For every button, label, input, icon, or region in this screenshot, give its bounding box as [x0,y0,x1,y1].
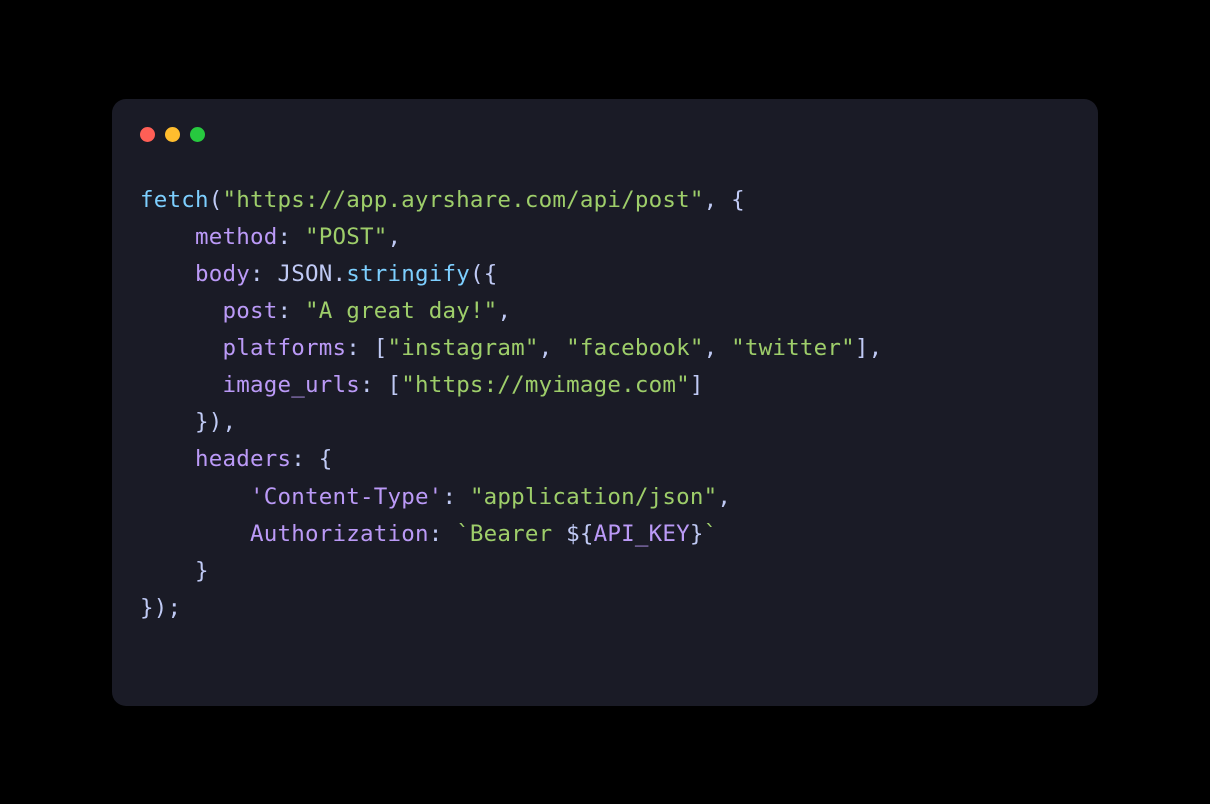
code-indent [140,335,222,361]
code-platforms-key: platforms [222,335,346,361]
code-comma-brace: , { [704,187,745,213]
code-comma: , [869,335,883,361]
code-arr-open: [ [387,372,401,398]
code-colon: : [442,484,470,510]
code-method-value: "POST" [305,224,387,250]
code-imgurls-key: image_urls [222,372,359,398]
code-final-close: }); [140,595,181,621]
code-method-key: method [195,224,277,250]
code-brace-close: } [195,558,209,584]
code-auth-key: Authorization [250,521,429,547]
code-colon: : [346,335,374,361]
code-comma: , [539,335,567,361]
code-indent [140,409,195,435]
code-comma: , [704,335,732,361]
code-indent [140,224,195,250]
code-tmpl-open: `Bearer [456,521,566,547]
code-indent [140,261,195,287]
traffic-light-close-icon[interactable] [140,127,155,142]
code-comma: , [497,298,511,324]
code-post-key: post [222,298,277,324]
code-tmpl-interp-open: ${ [566,521,594,547]
code-indent [140,484,250,510]
code-headers-key: headers [195,446,291,472]
code-block: fetch("https://app.ayrshare.com/api/post… [140,182,1070,628]
code-brace-paren-close: }), [195,409,236,435]
window-titlebar [140,127,1070,142]
code-arr-close: ] [855,335,869,361]
code-arr-close: ] [690,372,704,398]
traffic-light-zoom-icon[interactable] [190,127,205,142]
traffic-light-minimize-icon[interactable] [165,127,180,142]
code-api-key-var: API_KEY [594,521,690,547]
code-json-obj: JSON [278,261,333,287]
code-content-type-key: 'Content-Type' [250,484,442,510]
code-colon: : [250,261,278,287]
code-arr-open: [ [374,335,388,361]
code-fn-name: fetch [140,187,209,213]
code-platform-2: "facebook" [566,335,703,361]
code-colon: : [360,372,388,398]
code-indent [140,558,195,584]
code-colon: : [429,521,457,547]
code-indent [140,372,222,398]
code-paren-brace: ({ [470,261,498,287]
code-indent [140,446,195,472]
code-paren-open: ( [209,187,223,213]
code-colon: : [277,224,305,250]
code-indent [140,298,222,324]
code-brace-open: { [319,446,333,472]
code-comma: , [387,224,401,250]
code-comma: , [717,484,731,510]
code-body-key: body [195,261,250,287]
code-colon: : [291,446,319,472]
code-imgurl-value: "https://myimage.com" [401,372,690,398]
code-window: fetch("https://app.ayrshare.com/api/post… [112,99,1098,706]
code-indent [140,521,250,547]
code-colon: : [277,298,305,324]
code-tmpl-interp-close: } [690,521,704,547]
code-platform-1: "instagram" [387,335,538,361]
code-url-string: "https://app.ayrshare.com/api/post" [222,187,703,213]
code-platform-3: "twitter" [731,335,855,361]
code-dot: . [333,261,347,287]
code-post-value: "A great day!" [305,298,497,324]
code-content-type-value: "application/json" [470,484,717,510]
code-tmpl-close: ` [704,521,718,547]
code-stringify: stringify [346,261,470,287]
